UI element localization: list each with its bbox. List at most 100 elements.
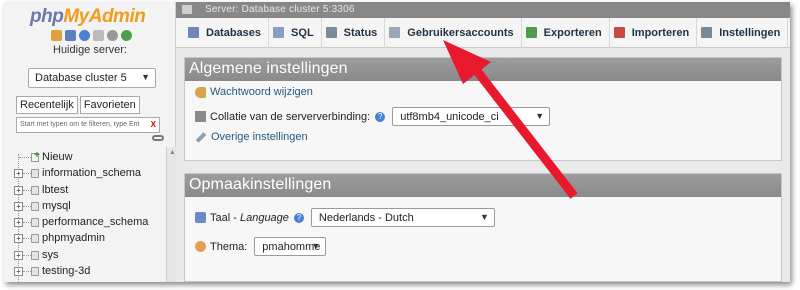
logo-text-php: php	[30, 6, 64, 27]
filter-input[interactable]: Start met typen om te filteren, type Ent…	[16, 117, 160, 133]
link-with-main-icon[interactable]	[152, 135, 164, 141]
tree-item-database[interactable]: + information_schema	[14, 165, 166, 181]
menu-label: Exporteren	[543, 26, 602, 39]
language-icon	[195, 212, 206, 223]
change-password-link[interactable]: Wachtwoord wijzigen	[210, 86, 313, 98]
menu-label: Status	[343, 26, 378, 39]
database-icon	[31, 185, 39, 195]
menu-label: Importeren	[631, 26, 690, 39]
menu-label: Instellingen	[719, 26, 781, 39]
general-settings-title: Algemene instellingen	[185, 58, 781, 81]
server-select[interactable]: Database cluster 5 ▼	[28, 68, 156, 88]
tree-item-label: phpmyadmin	[42, 232, 105, 245]
tree-item-label: lbtest	[42, 183, 69, 196]
expand-icon[interactable]: +	[14, 234, 23, 244]
top-menu: Databases SQL Status Gebruikersaccounts Expo…	[176, 17, 790, 48]
expand-icon[interactable]: +	[14, 218, 23, 228]
database-icon	[31, 218, 39, 228]
reload-icon[interactable]	[121, 30, 132, 41]
menu-label: Databases	[206, 26, 262, 39]
database-icon	[31, 201, 39, 211]
expand-icon[interactable]: +	[14, 250, 23, 260]
theme-row: Thema: pmahomme ▼	[195, 237, 327, 256]
theme-select[interactable]: pmahomme ▼	[254, 237, 327, 256]
chevron-down-icon: ▼	[535, 111, 545, 121]
tree-connector	[23, 173, 31, 175]
menu-label: Gebruikersaccounts	[407, 26, 514, 39]
tab-status[interactable]: Status	[322, 17, 386, 48]
language-select[interactable]: Nederlands - Dutch ▼	[310, 208, 495, 227]
clear-filter-icon[interactable]: X	[151, 120, 156, 129]
tree-connector	[19, 157, 31, 158]
chevron-down-icon: ▼	[141, 72, 150, 82]
key-icon	[195, 86, 206, 98]
scroll-up-icon[interactable]: ▲	[169, 149, 176, 156]
more-settings-link[interactable]: Overige instellingen	[211, 131, 308, 143]
help-icon[interactable]: ?	[375, 111, 386, 122]
database-icon	[31, 250, 39, 260]
language-label-separator: -	[230, 211, 240, 224]
logout-icon[interactable]	[65, 30, 76, 41]
expand-icon[interactable]: +	[14, 169, 23, 179]
tab-databases[interactable]: Databases	[184, 17, 270, 48]
tab-recent[interactable]: Recentelijk	[16, 96, 78, 114]
collation-row: Collatie van de serververbinding: ? utf8…	[195, 107, 551, 126]
database-icon	[31, 234, 39, 244]
palette-icon	[195, 241, 206, 252]
tree-item-label: information_schema	[42, 167, 142, 180]
more-settings-row: Overige instellingen	[195, 131, 308, 143]
tab-exporteren[interactable]: Exporteren	[522, 17, 610, 48]
wrench-icon	[701, 27, 713, 38]
tab-bi[interactable]: Bi	[788, 18, 790, 48]
database-tree: + Nieuw + information_schema + lbtest + mysql + p…	[14, 149, 166, 279]
tree-item-database[interactable]: + mysql	[14, 198, 166, 214]
tree-item-database[interactable]: + lbtest	[14, 182, 166, 198]
expand-icon[interactable]: +	[14, 185, 23, 195]
tree-item-label: Nieuw	[42, 151, 73, 163]
server-select-value: Database cluster 5	[35, 72, 127, 84]
users-icon	[389, 27, 401, 38]
tab-sql[interactable]: SQL	[269, 17, 322, 48]
appearance-settings-section: Opmaakinstellingen Taal - Language ? Ned…	[184, 173, 782, 282]
server-icon	[182, 5, 192, 14]
docs-icon[interactable]	[93, 30, 104, 41]
screenshot-frame: phpMyAdmin Huidige server: Database clus…	[4, 2, 790, 282]
settings-icon[interactable]	[107, 30, 118, 41]
tab-instellingen[interactable]: Instellingen	[697, 17, 789, 48]
tree-item-database[interactable]: + phpmyadmin	[14, 230, 166, 246]
menu-label: SQL	[291, 26, 314, 39]
language-label: Taal	[210, 211, 231, 224]
general-settings-section: Algemene instellingen Wachtwoord wijzige…	[184, 57, 782, 161]
help-icon[interactable]: ?	[293, 212, 304, 223]
breadcrumb[interactable]: Server: Database cluster 5:3306	[205, 4, 355, 15]
home-icon[interactable]	[51, 30, 62, 41]
tree-connector	[23, 222, 31, 224]
tree-item-database[interactable]: + sys	[14, 247, 166, 263]
chevron-down-icon: ▼	[311, 241, 321, 251]
change-password-row: Wachtwoord wijzigen	[195, 86, 313, 98]
tab-gebruikersaccounts[interactable]: Gebruikersaccounts	[385, 17, 522, 48]
navigation-panel: phpMyAdmin Huidige server: Database clus…	[4, 2, 176, 282]
tree-item-database[interactable]: + testing-3d	[14, 263, 166, 279]
nav-icon-bar	[51, 30, 132, 41]
tree-item-label: performance_schema	[42, 216, 149, 229]
tree-item-new[interactable]: + Nieuw	[14, 149, 166, 165]
nav-scrollbar[interactable]: ▲	[166, 147, 176, 282]
help-icon[interactable]	[79, 30, 90, 41]
filter-placeholder: Start met typen om te filteren, type Ent	[20, 121, 140, 128]
tree-item-database[interactable]: + performance_schema	[14, 214, 166, 230]
collation-select[interactable]: utf8mb4_unicode_ci ▼	[392, 107, 551, 126]
tree-connector	[23, 189, 31, 191]
tree-item-label: mysql	[42, 199, 71, 212]
export-icon	[525, 27, 537, 38]
collation-value: utf8mb4_unicode_ci	[400, 111, 499, 123]
tree-item-label: testing-3d	[42, 265, 91, 278]
server-breadcrumb-bar: Server: Database cluster 5:3306	[176, 2, 790, 18]
language-row: Taal - Language ? Nederlands - Dutch ▼	[195, 208, 495, 227]
appearance-settings-title: Opmaakinstellingen	[185, 174, 781, 197]
expand-icon[interactable]: +	[14, 267, 23, 277]
tab-favorites[interactable]: Favorieten	[79, 96, 140, 114]
expand-icon[interactable]: +	[14, 201, 23, 211]
phpmyadmin-logo[interactable]: phpMyAdmin	[30, 6, 146, 30]
tab-importeren[interactable]: Importeren	[610, 17, 698, 48]
